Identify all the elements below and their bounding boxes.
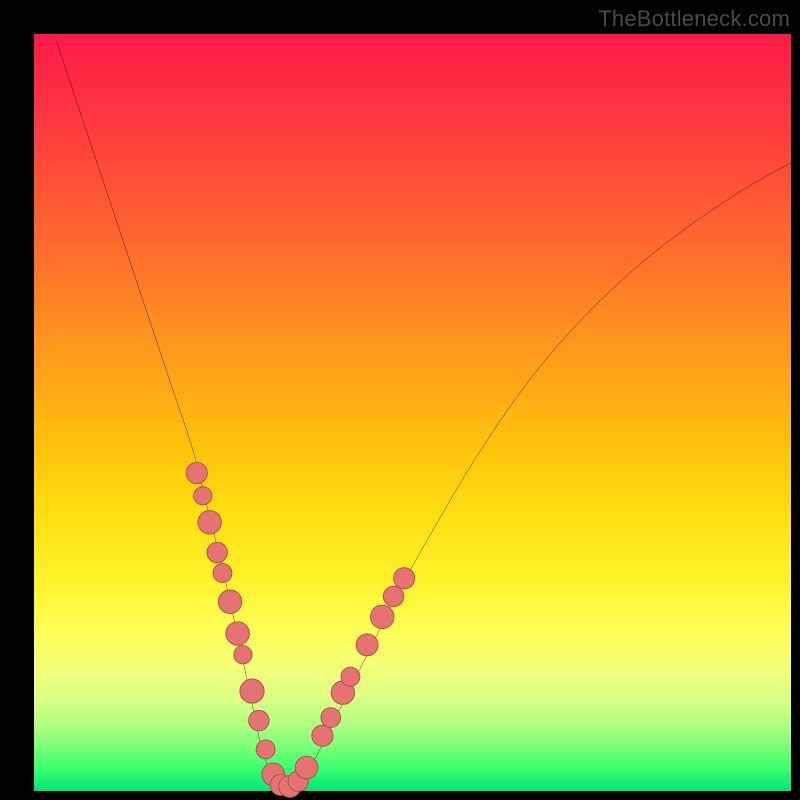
data-marker bbox=[356, 634, 378, 656]
data-marker bbox=[256, 740, 275, 759]
data-marker bbox=[370, 605, 393, 628]
data-marker bbox=[249, 710, 269, 730]
plot-area bbox=[34, 34, 791, 791]
data-marker bbox=[207, 542, 227, 562]
bottleneck-curve bbox=[57, 42, 791, 788]
data-marker bbox=[234, 646, 252, 664]
data-marker bbox=[186, 462, 207, 483]
data-marker bbox=[341, 667, 360, 686]
chart-frame: TheBottleneck.com bbox=[0, 0, 800, 800]
data-marker bbox=[295, 756, 318, 779]
data-marker bbox=[383, 586, 403, 606]
data-marker bbox=[312, 725, 333, 746]
data-marker bbox=[194, 487, 212, 505]
data-marker bbox=[394, 568, 415, 589]
data-marker bbox=[240, 679, 264, 703]
data-marker bbox=[218, 590, 241, 613]
data-marker bbox=[321, 708, 341, 728]
watermark-text: TheBottleneck.com bbox=[598, 6, 790, 32]
data-marker bbox=[226, 622, 249, 645]
chart-svg bbox=[34, 34, 791, 791]
data-marker bbox=[213, 564, 232, 583]
data-marker bbox=[198, 511, 221, 534]
data-markers bbox=[186, 462, 415, 797]
